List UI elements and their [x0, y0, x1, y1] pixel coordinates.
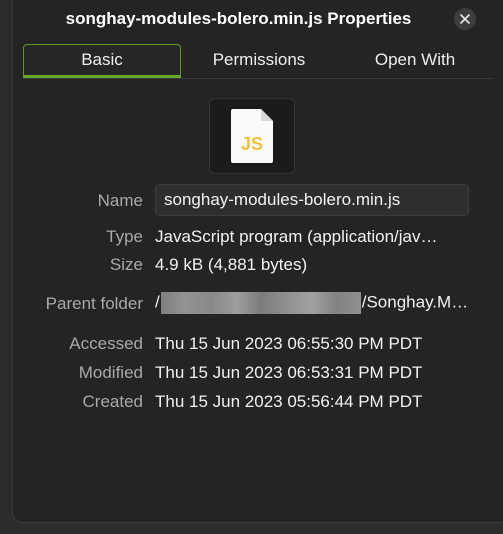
file-icon-label: JS: [241, 134, 263, 154]
type-value: JavaScript program (application/jav…: [155, 227, 438, 246]
properties-dialog: songhay-modules-bolero.min.js Properties…: [12, 0, 503, 523]
created-label: Created: [82, 392, 143, 411]
accessed-label: Accessed: [69, 334, 143, 353]
parent-folder-value[interactable]: / /Songhay.M…: [155, 292, 473, 314]
name-label: Name: [97, 191, 143, 210]
size-value: 4.9 kB (4,881 bytes): [155, 255, 308, 274]
tab-basic[interactable]: Basic: [23, 44, 181, 78]
dialog-title: songhay-modules-bolero.min.js Properties: [65, 9, 412, 28]
close-icon: [460, 14, 470, 24]
close-button[interactable]: [454, 8, 476, 30]
parent-folder-prefix: /: [155, 292, 160, 312]
modified-label: Modified: [78, 363, 143, 382]
tab-bar: Basic Permissions Open With: [23, 44, 493, 78]
tab-open-with[interactable]: Open With: [337, 44, 493, 78]
parent-folder-label: Parent folder: [45, 294, 143, 313]
title-bar[interactable]: songhay-modules-bolero.min.js Properties: [13, 0, 503, 40]
parent-folder-suffix: /Songhay.M…: [361, 292, 469, 312]
modified-value: Thu 15 Jun 2023 06:53:31 PM PDT: [155, 363, 423, 382]
redacted-path: [160, 292, 361, 314]
tab-divider: [23, 78, 493, 79]
name-input[interactable]: songhay-modules-bolero.min.js: [155, 184, 469, 216]
created-value: Thu 15 Jun 2023 05:56:44 PM PDT: [155, 392, 423, 411]
type-label: Type: [106, 227, 143, 246]
size-label: Size: [109, 255, 143, 274]
javascript-file-icon: JS: [231, 109, 273, 163]
accessed-value: Thu 15 Jun 2023 06:55:30 PM PDT: [155, 334, 423, 353]
tab-permissions[interactable]: Permissions: [181, 44, 337, 78]
file-icon-frame: JS: [209, 98, 295, 174]
